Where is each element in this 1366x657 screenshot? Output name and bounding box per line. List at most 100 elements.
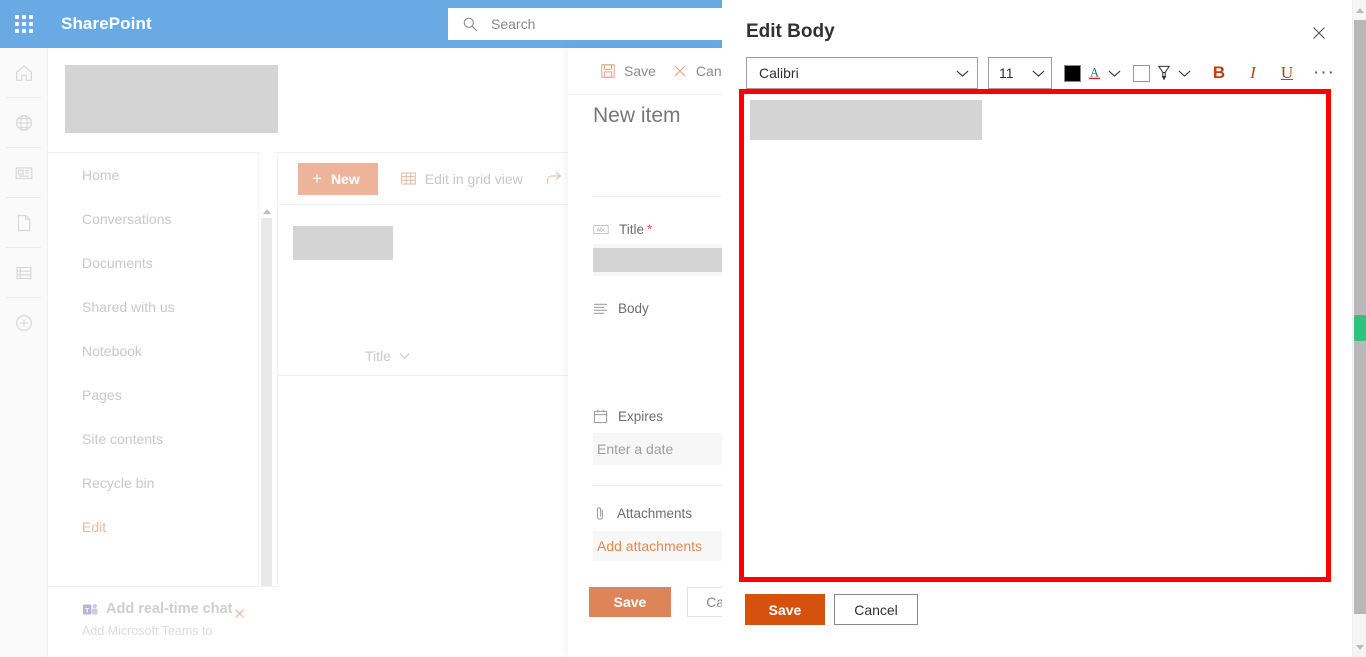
column-header-title[interactable]: Title (278, 336, 568, 376)
underline-button[interactable]: U (1275, 60, 1299, 86)
expires-label-text: Expires (618, 409, 664, 424)
sidebar-item-label: Shared with us (82, 299, 175, 315)
font-color-icon[interactable]: A (1087, 64, 1102, 82)
dialog-save-label: Save (768, 601, 802, 618)
news-icon[interactable] (0, 148, 48, 197)
list-command-bar: + New Edit in grid view (278, 152, 568, 205)
font-color-a-icon: A (1088, 65, 1101, 79)
attachments-label-text: Attachments (617, 506, 693, 521)
teams-icon: T (83, 603, 98, 614)
globe-icon[interactable] (0, 98, 48, 147)
highlighter-icon[interactable] (1156, 64, 1172, 82)
italic-button[interactable]: I (1241, 60, 1265, 86)
teams-promo-title: Add real-time chat (106, 601, 233, 617)
font-family-value: Calibri (759, 65, 799, 81)
highlight-color-chevron-down-icon[interactable] (1178, 69, 1191, 78)
sidebar-scroll-thumb[interactable] (261, 218, 272, 594)
suite-app-title[interactable]: SharePoint (61, 14, 152, 34)
sidebar-item-label: Home (82, 167, 120, 183)
scroll-position-marker (1354, 315, 1366, 341)
svg-text:A: A (1090, 65, 1099, 79)
dialog-close-icon[interactable] (1308, 22, 1330, 44)
sidebar-item-recycle-bin[interactable]: Recycle bin (48, 461, 277, 505)
dialog-save-button[interactable]: Save (745, 594, 825, 625)
teams-promo-close-icon[interactable]: ✕ (233, 605, 246, 623)
font-color-swatch[interactable] (1064, 64, 1081, 82)
title-field-label: Abc Title * (593, 222, 652, 237)
app-launcher-waffle-icon[interactable] (0, 0, 48, 48)
body-label-text: Body (618, 301, 649, 316)
left-icon-rail (0, 48, 48, 657)
sidebar: Home Conversations Documents Shared with… (48, 48, 323, 657)
sidebar-item-shared-with-us[interactable]: Shared with us (48, 285, 277, 329)
panel-heading: New item (593, 104, 681, 127)
add-attachments-link[interactable]: Add attachments (593, 531, 723, 561)
edit-in-grid-view-button[interactable]: Edit in grid view (400, 170, 523, 187)
chevron-down-icon (956, 70, 969, 77)
bold-button[interactable]: B (1207, 60, 1231, 86)
editor-content-placeholder (750, 100, 982, 140)
cancel-x-icon (672, 63, 688, 79)
paperclip-icon (593, 506, 607, 521)
sidebar-item-label: Edit (82, 519, 107, 535)
column-header-label: Title (365, 347, 391, 364)
multiline-text-icon (593, 302, 608, 316)
list-title-placeholder (293, 226, 393, 260)
sidebar-item-site-contents[interactable]: Site contents (48, 417, 277, 461)
plus-circle-icon[interactable] (0, 298, 48, 347)
sidebar-item-label: Documents (82, 255, 153, 271)
title-input-placeholder-block (593, 248, 723, 272)
title-label-text: Title (619, 222, 645, 237)
sidebar-scrollbar[interactable] (258, 152, 274, 657)
teams-promo-subtitle: Add Microsoft Teams to (82, 624, 213, 638)
window-scrollbar[interactable] (1352, 0, 1366, 657)
sidebar-item-label: Notebook (82, 343, 142, 359)
list-content-area: + New Edit in grid view Title (278, 48, 568, 657)
sidebar-item-notebook[interactable]: Notebook (48, 329, 277, 373)
list-icon[interactable] (0, 248, 48, 297)
highlight-color-group (1133, 64, 1191, 82)
scroll-up-arrow-icon[interactable] (1353, 2, 1366, 18)
rich-text-toolbar: Calibri 11 A B I U ··· (746, 56, 1336, 90)
sidebar-item-conversations[interactable]: Conversations (48, 197, 277, 241)
sidebar-item-documents[interactable]: Documents (48, 241, 277, 285)
font-size-select[interactable]: 11 (988, 57, 1052, 89)
body-rich-text-editor[interactable] (744, 94, 1326, 577)
sidebar-item-home[interactable]: Home (48, 153, 277, 197)
share-icon (545, 170, 562, 187)
grid-view-icon (400, 170, 417, 187)
expires-placeholder: Enter a date (597, 441, 674, 457)
more-formatting-options-button[interactable]: ··· (1313, 63, 1335, 82)
sidebar-item-pages[interactable]: Pages (48, 373, 277, 417)
highlight-color-swatch[interactable] (1133, 64, 1150, 82)
sidebar-scroll-up-arrow-icon[interactable] (259, 204, 275, 218)
edit-in-grid-view-label: Edit in grid view (424, 170, 523, 187)
sidebar-item-edit[interactable]: Edit (48, 505, 277, 549)
add-attachments-label: Add attachments (597, 538, 703, 554)
search-icon (463, 17, 478, 31)
new-item-button-label: New (330, 170, 360, 187)
title-input[interactable] (593, 244, 723, 276)
home-icon[interactable] (0, 48, 48, 97)
sidebar-item-label: Pages (82, 387, 122, 403)
body-field-label: Body (593, 301, 649, 316)
expires-field-label: Expires (593, 409, 663, 424)
share-button[interactable] (545, 170, 570, 187)
calendar-icon (593, 409, 608, 424)
document-icon[interactable] (0, 198, 48, 247)
sidebar-nav: Home Conversations Documents Shared with… (48, 152, 278, 586)
panel-divider-2 (593, 485, 723, 486)
panel-save-button[interactable]: Save (589, 587, 671, 617)
font-family-select[interactable]: Calibri (746, 57, 978, 89)
new-item-button[interactable]: + New (298, 162, 378, 195)
font-color-chevron-down-icon[interactable] (1108, 69, 1121, 78)
sidebar-item-label: Site contents (82, 431, 163, 447)
dialog-cancel-button[interactable]: Cancel (834, 594, 918, 625)
expires-date-input[interactable]: Enter a date (593, 433, 723, 465)
panel-save-label: Save (624, 63, 656, 79)
scroll-down-arrow-icon[interactable] (1353, 639, 1366, 655)
bold-label: B (1212, 63, 1226, 82)
dialog-title: Edit Body (746, 21, 835, 42)
panel-save-command[interactable]: Save (600, 63, 656, 79)
svg-text:Abc: Abc (597, 228, 606, 234)
